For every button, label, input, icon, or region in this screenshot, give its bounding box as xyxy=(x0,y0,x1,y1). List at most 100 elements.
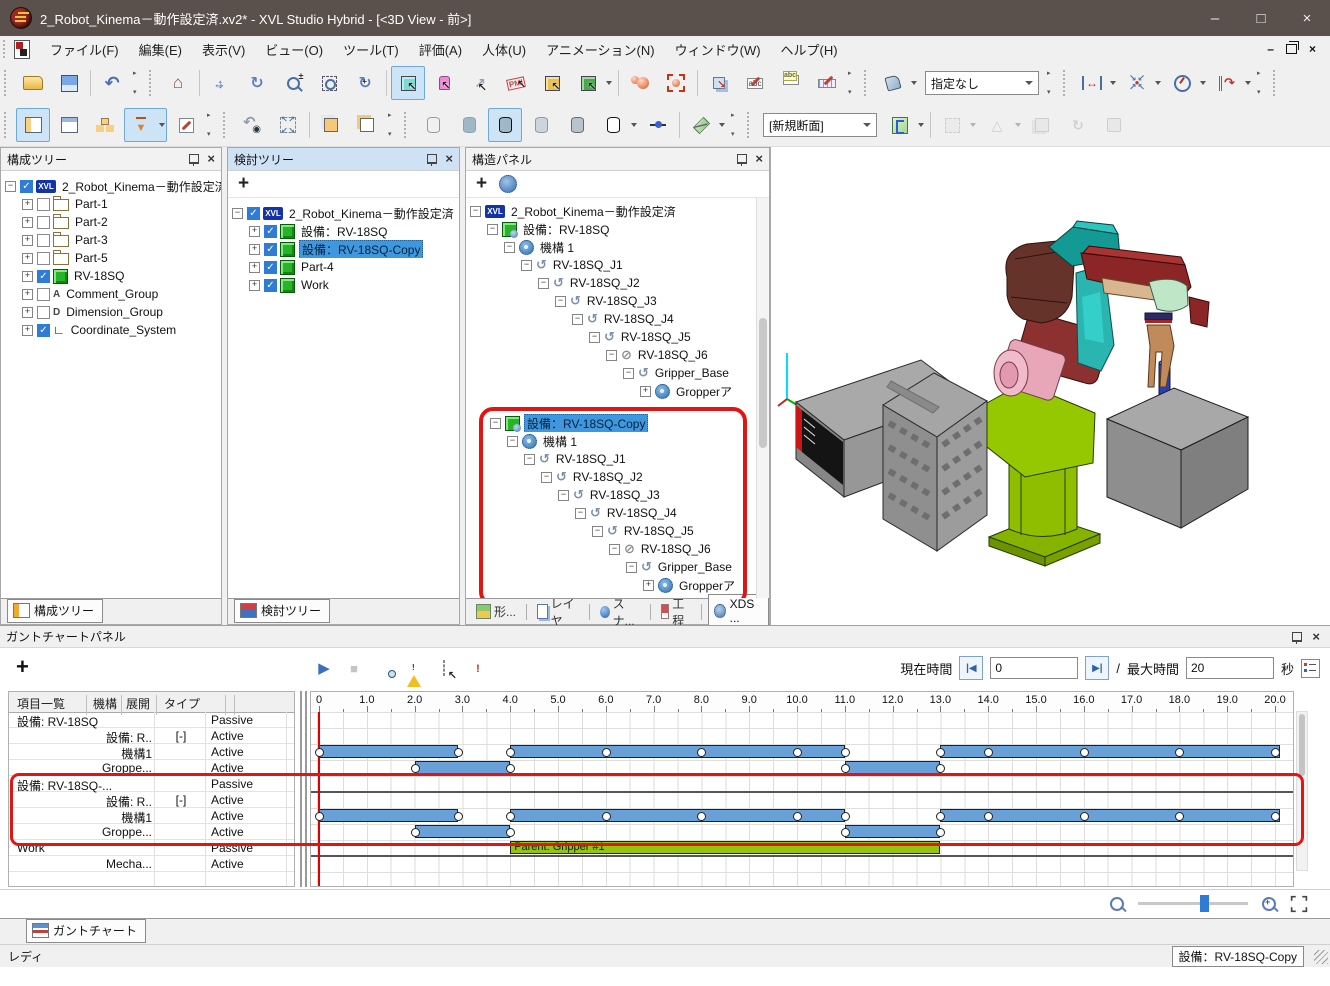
visibility-checkbox[interactable] xyxy=(37,216,50,229)
visibility-checkbox[interactable] xyxy=(37,252,50,265)
waypoint-handle[interactable] xyxy=(793,748,802,757)
expand-toggle[interactable]: + xyxy=(643,580,654,591)
menu-item-7[interactable]: アニメーション(N) xyxy=(536,40,665,59)
tree-item-label[interactable]: Coordinate_System xyxy=(69,323,178,337)
section-plane-button[interactable] xyxy=(684,108,727,142)
tab-gantt-chart[interactable]: ガントチャート xyxy=(26,919,146,943)
collapse-toggle[interactable]: − xyxy=(541,472,552,483)
waypoint-handle[interactable] xyxy=(841,812,850,821)
snapshot-button[interactable] xyxy=(372,656,396,680)
gantt-table-row[interactable]: Groppe...Active xyxy=(9,824,294,840)
toolbar-overflow-icon[interactable]: ▸▾ xyxy=(132,66,143,100)
pin-icon[interactable] xyxy=(189,154,199,164)
display-shading-button[interactable] xyxy=(452,108,486,142)
tree-item-Gropperア[interactable]: +Gropperア xyxy=(486,576,743,594)
visibility-checkbox[interactable]: ✓ xyxy=(264,261,277,274)
work-bar[interactable]: Parent: Gripper #1 xyxy=(510,841,940,854)
tree-item-label[interactable]: 設備：RV-18SQ xyxy=(299,223,389,240)
collapse-toggle[interactable]: − xyxy=(609,544,620,555)
collapse-toggle[interactable]: − xyxy=(490,418,501,429)
tree-item-label[interactable]: RV-18SQ_J2 xyxy=(568,276,642,290)
tree-item-Part-3[interactable]: +Part-3 xyxy=(1,231,221,249)
waypoint-handle[interactable] xyxy=(1271,748,1280,757)
display-wireframe-button[interactable] xyxy=(416,108,450,142)
chevron-down-icon[interactable] xyxy=(1245,81,1251,85)
tree-item-label[interactable]: RV-18SQ_J5 xyxy=(619,330,693,344)
section-flip-button[interactable]: △ xyxy=(980,108,1023,142)
tree-item-RV-18SQ_J6[interactable]: −⊘RV-18SQ_J6 xyxy=(466,346,757,364)
zoom-view-button[interactable]: ± xyxy=(276,66,310,100)
tree-item-label[interactable]: Gripper_Base xyxy=(656,560,734,574)
move-to-point-button[interactable]: ●↘↙↗↖ xyxy=(1120,66,1163,100)
tree-item-label[interactable]: Part-1 xyxy=(73,197,110,211)
pin-icon[interactable] xyxy=(737,154,747,164)
gantt-table-row[interactable]: 設備: RV-18SQPassive xyxy=(9,712,294,728)
visibility-checkbox[interactable] xyxy=(37,306,50,319)
tree-item-RV-18SQ_J5[interactable]: −↺RV-18SQ_J5 xyxy=(466,328,757,346)
note-flag-button[interactable]: abc xyxy=(774,66,808,100)
column-header-項目一覧[interactable]: 項目一覧 xyxy=(17,695,65,712)
export-images-button[interactable]: ! xyxy=(402,656,426,680)
toolbar-overflow-icon[interactable]: ▸▾ xyxy=(206,108,217,142)
waypoint-handle[interactable] xyxy=(1080,812,1089,821)
toolbar-overflow-icon[interactable]: ▸▾ xyxy=(1256,66,1267,100)
surface-style-combo[interactable]: 指定なし xyxy=(925,71,1039,95)
tab-study-tree[interactable]: 検討ツリー xyxy=(234,599,330,623)
menu-item-6[interactable]: 人体(U) xyxy=(472,40,536,59)
zoom-slider[interactable] xyxy=(1138,902,1248,905)
fit-all-button[interactable]: ↖↗↙↘ xyxy=(271,108,305,142)
waypoint-handle[interactable] xyxy=(841,748,850,757)
rotate-angle-button[interactable] xyxy=(1165,66,1208,100)
tree-item-2_Robot_Kinema－動作設定済[interactable]: −✓XVL2_Robot_Kinema－動作設定済 xyxy=(1,177,221,195)
menu-item-3[interactable]: ビュー(O) xyxy=(255,40,333,59)
menu-item-2[interactable]: 表示(V) xyxy=(192,40,255,59)
visibility-checkbox[interactable]: ✓ xyxy=(37,324,50,337)
collapse-toggle[interactable]: − xyxy=(623,368,634,379)
tree-item-Comment_Group[interactable]: +AComment_Group xyxy=(1,285,221,303)
gantt-table-row[interactable]: WorkPassive xyxy=(9,840,294,856)
toolbar-overflow-icon[interactable]: ▸▾ xyxy=(1046,66,1057,100)
pane-tree-button[interactable] xyxy=(16,108,50,142)
gripper-bar[interactable] xyxy=(415,825,511,838)
open-file-button[interactable] xyxy=(16,66,50,100)
close-icon[interactable]: × xyxy=(1312,631,1320,643)
mdi-minimize-button[interactable]: – xyxy=(1267,42,1274,56)
toolbar-grip[interactable] xyxy=(1273,70,1279,96)
tree-item-label[interactable]: RV-18SQ_J5 xyxy=(622,524,696,538)
zoom-in-icon[interactable]: + xyxy=(1262,897,1276,911)
chevron-down-icon[interactable] xyxy=(159,123,165,127)
gantt-table-row[interactable]: 設備: R..[-]Active xyxy=(9,792,294,808)
minimize-button[interactable]: – xyxy=(1192,0,1238,36)
waypoint-handle[interactable] xyxy=(506,828,515,837)
collapse-toggle[interactable]: − xyxy=(572,314,583,325)
tree-item-label[interactable]: Part-2 xyxy=(73,215,110,229)
toolbar-grip[interactable] xyxy=(149,70,155,96)
tab-composition-tree[interactable]: 構成ツリー xyxy=(7,599,103,623)
viewport-3d[interactable] xyxy=(770,147,1330,625)
section-combo[interactable]: [新規断面] xyxy=(763,113,877,137)
visibility-checkbox[interactable]: ✓ xyxy=(20,180,33,193)
max-time-input[interactable]: 20 xyxy=(1186,657,1274,679)
expand-toggle[interactable]: + xyxy=(22,217,33,228)
display-transparent-button[interactable] xyxy=(524,108,558,142)
zoom-area-button[interactable] xyxy=(312,66,346,100)
waypoint-handle[interactable] xyxy=(602,748,611,757)
expand-state[interactable]: [-] xyxy=(159,793,203,807)
play-button[interactable]: ▶ xyxy=(312,656,336,680)
waypoint-handle[interactable] xyxy=(411,764,420,773)
gripper-bar[interactable] xyxy=(415,761,511,774)
tab-xds[interactable]: XDS ... xyxy=(708,594,769,629)
tree-item-label[interactable]: Part-3 xyxy=(73,233,110,247)
tree-item-label[interactable]: 設備：RV-18SQ xyxy=(521,221,611,238)
waypoint-handle[interactable] xyxy=(454,812,463,821)
mechanism-bar[interactable] xyxy=(319,745,458,758)
waypoint-handle[interactable] xyxy=(1080,748,1089,757)
pane-hierarchy-button[interactable] xyxy=(88,108,122,142)
zoom-slider-thumb[interactable] xyxy=(1200,895,1209,912)
tree-item-設備：RV-18SQ-Copy[interactable]: −設備：RV-18SQ-Copy xyxy=(486,414,743,432)
waypoint-handle[interactable] xyxy=(841,828,850,837)
waypoint-handle[interactable] xyxy=(936,764,945,773)
stop-button[interactable]: ■ xyxy=(342,656,366,680)
pin-icon[interactable] xyxy=(427,154,437,164)
column-header-タイプ[interactable]: タイプ xyxy=(164,695,200,712)
